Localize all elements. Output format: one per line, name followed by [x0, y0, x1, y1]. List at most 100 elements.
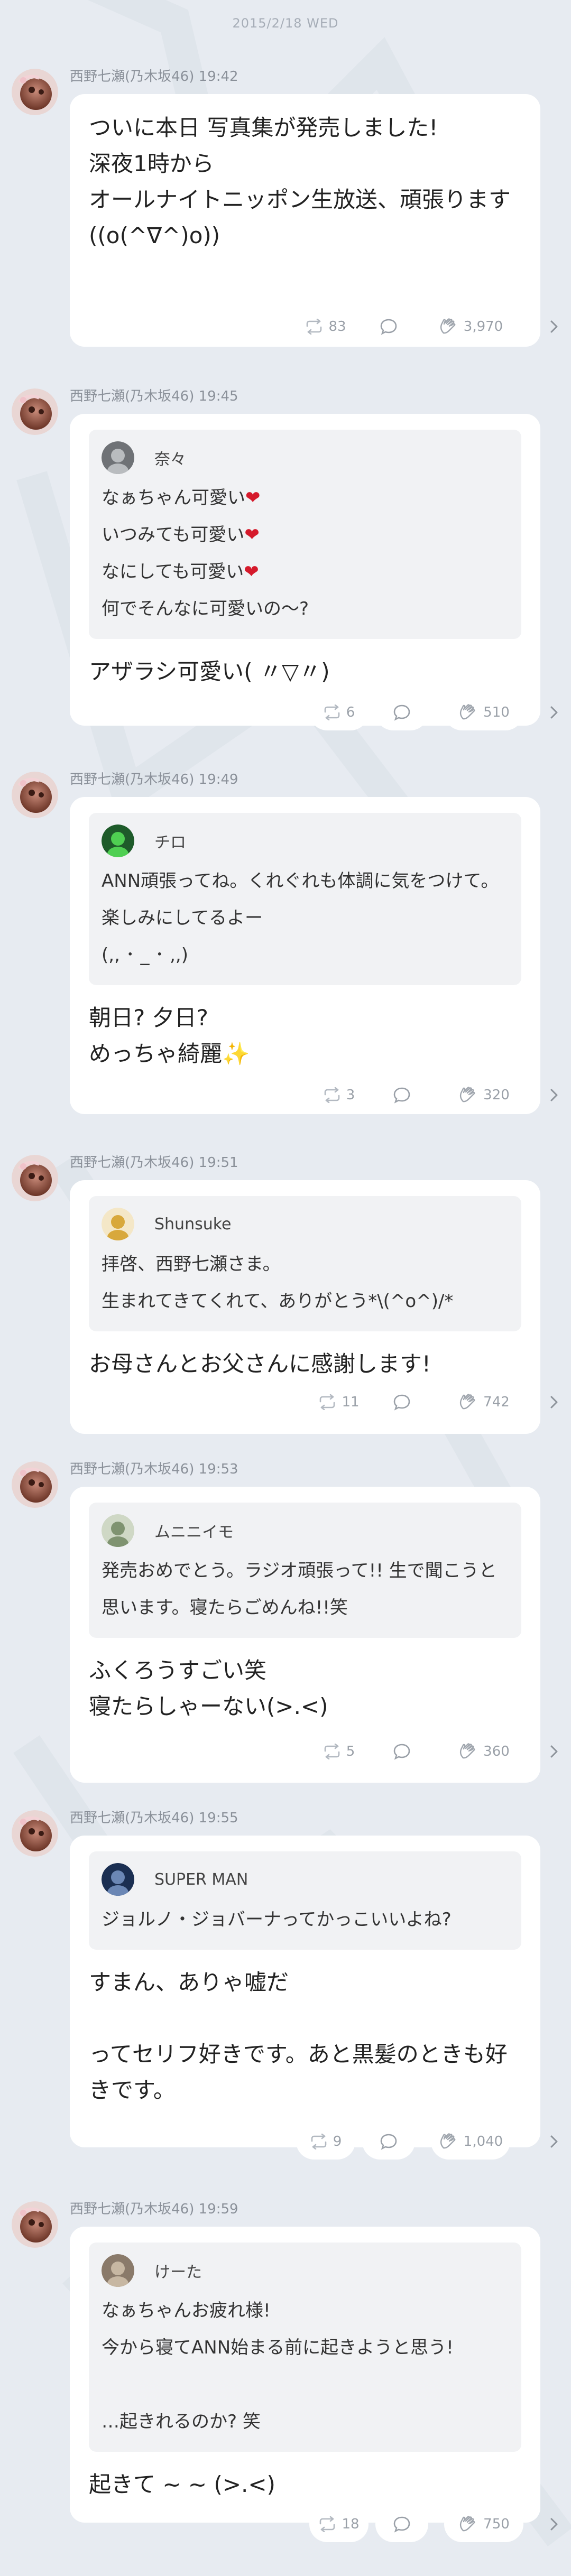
fan-avatar: [102, 441, 134, 474]
clap-button[interactable]: 750: [444, 2506, 523, 2542]
fan-avatar: [102, 824, 134, 857]
comment-button[interactable]: [362, 2124, 415, 2160]
repost-count: 9: [333, 2134, 342, 2149]
heart-icon: ❤: [245, 487, 261, 508]
fan-message-line: なぁちゃん可愛い❤: [102, 487, 261, 508]
repost-icon: [305, 319, 323, 335]
post-actions: 6 510: [0, 694, 571, 730]
message-bubble[interactable]: 奈々 なぁちゃん可愛い❤ いつみても可愛い❤ なにしても可愛い❤ 何でそんなに可愛いの〜…: [70, 414, 540, 726]
message-bubble[interactable]: けーたなぁちゃんお疲れ様! 今から寝てANN始まる前に起きようと思う! …起きれるの…: [70, 2227, 540, 2523]
fan-avatar: [102, 2254, 134, 2287]
chevron-right-icon[interactable]: [544, 2513, 565, 2536]
post-author-time: 西野七瀬(乃木坂46) 19:42: [70, 69, 238, 85]
author-avatar[interactable]: [12, 772, 58, 818]
chevron-right-icon[interactable]: [544, 1391, 565, 1414]
comment-button[interactable]: [375, 1734, 428, 1769]
post-author-time: 西野七瀬(乃木坂46) 19:59: [70, 2201, 238, 2217]
clap-icon: [458, 2515, 478, 2534]
author-avatar[interactable]: [12, 388, 58, 435]
fan-name: SUPER MAN: [154, 1870, 248, 1889]
comment-button[interactable]: [375, 2506, 428, 2542]
clap-count: 360: [483, 1744, 510, 1759]
fan-message-text: なぁちゃんお疲れ様! 今から寝てANN始まる前に起きようと思う! …起きれるのか? …: [102, 2292, 509, 2440]
fan-message-line: (,, ･ _ ･ ,,): [102, 944, 188, 966]
clap-count: 750: [483, 2516, 510, 2532]
clap-icon: [458, 1393, 478, 1412]
fan-message-line: ANN頑張ってね。くれぐれも体調に気をつけて。楽しみにしてるよー: [102, 870, 499, 929]
comment-button[interactable]: [375, 1384, 428, 1420]
fan-message-line: [102, 2366, 509, 2403]
comment-icon: [393, 1743, 411, 1760]
repost-button[interactable]: 18: [309, 2506, 369, 2542]
author-avatar[interactable]: [12, 1461, 58, 1508]
fan-message-line: 今から寝てANN始まる前に起きようと思う!: [102, 2337, 454, 2358]
clap-count: 320: [483, 1087, 510, 1103]
chevron-right-icon[interactable]: [544, 2130, 565, 2153]
message-bubble[interactable]: SUPER MAN ジョルノ・ジョバーナってかっこいいよね? すまん、ありゃ嘘だ っ…: [70, 1836, 540, 2147]
repost-count: 3: [346, 1087, 355, 1103]
quoted-fan-message: 奈々 なぁちゃん可愛い❤ いつみても可愛い❤ なにしても可愛い❤ 何でそんなに可愛いの〜…: [89, 430, 521, 639]
fan-name: Shunsuke: [154, 1215, 232, 1234]
clap-count: 3,970: [463, 319, 503, 335]
clap-button[interactable]: 320: [444, 1077, 523, 1113]
date-header: 2015/2/18 WED: [232, 16, 339, 31]
author-avatar[interactable]: [12, 69, 58, 115]
post-text: お母さんとお父さんに感謝します!: [89, 1351, 431, 1377]
post-text: 朝日? 夕日? めっちゃ綺麗✨: [89, 1005, 250, 1067]
fan-message-text: 拝啓、西野七瀬さま。 生まれてきてくれて、ありがとう*\(^o^)/*: [102, 1246, 509, 1320]
repost-button[interactable]: 3: [309, 1077, 369, 1113]
fan-name: ムニニイモ: [154, 1523, 234, 1542]
clap-icon: [438, 2132, 458, 2151]
post-actions: 3 320: [0, 1077, 571, 1113]
clap-count: 742: [483, 1394, 510, 1410]
post-author-time: 西野七瀬(乃木坂46) 19:53: [70, 1461, 238, 1477]
repost-icon: [323, 1087, 341, 1103]
clap-button[interactable]: 742: [444, 1384, 523, 1420]
comment-icon: [393, 1087, 411, 1104]
quoted-fan-message: けーたなぁちゃんお疲れ様! 今から寝てANN始まる前に起きようと思う! …起きれるの…: [89, 2243, 521, 2452]
fan-message-line: なにしても可愛い❤: [102, 561, 259, 582]
repost-button[interactable]: 9: [296, 2124, 355, 2160]
clap-button[interactable]: 3,970: [431, 309, 510, 345]
fan-name: けーた: [154, 2263, 202, 2282]
chevron-right-icon[interactable]: [544, 701, 565, 724]
quoted-fan-message: Shunsuke 拝啓、西野七瀬さま。 生まれてきてくれて、ありがとう*\(^o^)…: [89, 1196, 521, 1331]
quoted-fan-message: SUPER MAN ジョルノ・ジョバーナってかっこいいよね?: [89, 1851, 521, 1950]
chevron-right-icon[interactable]: [544, 1740, 565, 1763]
clap-button[interactable]: 510: [444, 694, 523, 730]
chevron-right-icon[interactable]: [544, 315, 565, 338]
repost-button[interactable]: 11: [309, 1384, 369, 1420]
quoted-fan-message: ムニニイモ発売おめでとう。ラジオ頑張って!! 生で聞こうと思います。寝たらごめん…: [89, 1503, 521, 1638]
author-avatar[interactable]: [12, 2201, 58, 2248]
post-author-time: 西野七瀬(乃木坂46) 19:55: [70, 1810, 238, 1826]
quoted-fan-message: チロ ANN頑張ってね。くれぐれも体調に気をつけて。楽しみにしてるよー (,, ･ …: [89, 813, 521, 985]
clap-button[interactable]: 360: [444, 1734, 523, 1769]
post-author-time: 西野七瀬(乃木坂46) 19:45: [70, 388, 238, 404]
fan-message-line: 発売おめでとう。ラジオ頑張って!! 生で聞こうと思います。寝たらごめんね!!笑: [102, 1560, 497, 1618]
fan-message-line: ジョルノ・ジョバーナってかっこいいよね?: [102, 1909, 452, 1930]
repost-button[interactable]: 6: [309, 694, 369, 730]
post-text: ふくろうすごい笑 寝たらしゃーない(>.<): [89, 1657, 328, 1719]
author-avatar[interactable]: [12, 1155, 58, 1201]
clap-icon: [458, 1086, 478, 1105]
repost-icon: [318, 1394, 336, 1410]
clap-icon: [458, 1742, 478, 1761]
clap-icon: [438, 317, 458, 336]
comment-button[interactable]: [375, 1077, 428, 1113]
repost-count: 11: [342, 1394, 360, 1410]
post-author-time: 西野七瀬(乃木坂46) 19:51: [70, 1155, 238, 1171]
message-bubble[interactable]: チロ ANN頑張ってね。くれぐれも体調に気をつけて。楽しみにしてるよー (,, ･ …: [70, 797, 540, 1114]
comment-icon: [380, 318, 398, 335]
chevron-right-icon[interactable]: [544, 1083, 565, 1107]
fan-message-line: 何でそんなに可愛いの〜?: [102, 598, 309, 619]
fan-avatar: [102, 1208, 134, 1240]
repost-icon: [318, 2516, 336, 2532]
clap-button[interactable]: 1,040: [431, 2124, 510, 2160]
comment-button[interactable]: [375, 694, 428, 730]
post-author-time: 西野七瀬(乃木坂46) 19:49: [70, 772, 238, 787]
author-avatar[interactable]: [12, 1810, 58, 1857]
repost-button[interactable]: 5: [309, 1734, 369, 1769]
fan-message-line: 生まれてきてくれて、ありがとう*\(^o^)/*: [102, 1291, 454, 1312]
comment-button[interactable]: [362, 309, 415, 345]
repost-button[interactable]: 83: [296, 309, 355, 345]
